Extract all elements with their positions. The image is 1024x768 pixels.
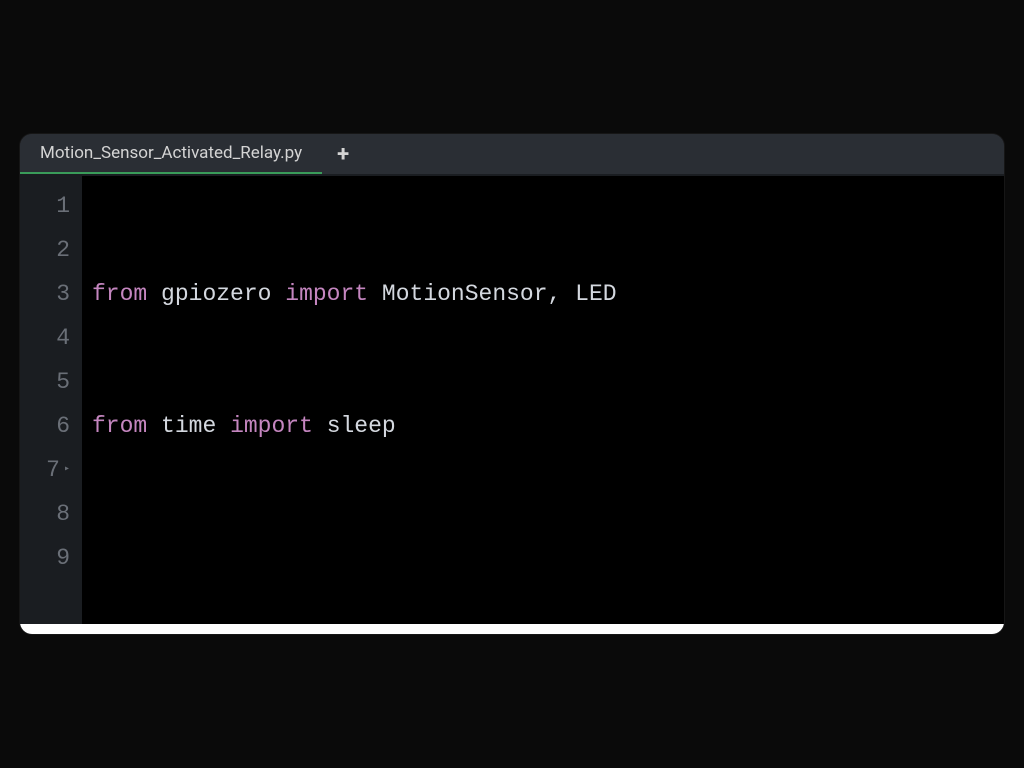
line-number: 7▸ [20,448,70,492]
code-editor[interactable]: 1 2 3 4 5 6 7▸ 8 9 from gpiozero import … [20,176,1004,624]
tab-bar: Motion_Sensor_Activated_Relay.py + [20,134,1004,176]
line-number: 2 [20,228,70,272]
line-number: 1 [20,184,70,228]
plus-icon: + [337,142,349,167]
code-line: from time import sleep [92,404,1004,448]
fold-indicator-icon[interactable]: ▸ [64,448,70,492]
editor-window: Motion_Sensor_Activated_Relay.py + 1 2 3… [20,134,1004,634]
code-line [92,536,1004,580]
code-line: from gpiozero import MotionSensor, LED [92,272,1004,316]
window-bottom-edge [20,624,1004,634]
tab-active-file[interactable]: Motion_Sensor_Activated_Relay.py [20,134,322,174]
tab-label: Motion_Sensor_Activated_Relay.py [40,143,302,163]
line-number: 9 [20,536,70,580]
code-content[interactable]: from gpiozero import MotionSensor, LED f… [82,176,1004,624]
line-number: 6 [20,404,70,448]
line-number: 3 [20,272,70,316]
new-tab-button[interactable]: + [322,134,364,174]
line-number: 5 [20,360,70,404]
line-number-gutter: 1 2 3 4 5 6 7▸ 8 9 [20,176,82,624]
line-number: 8 [20,492,70,536]
line-number: 4 [20,316,70,360]
